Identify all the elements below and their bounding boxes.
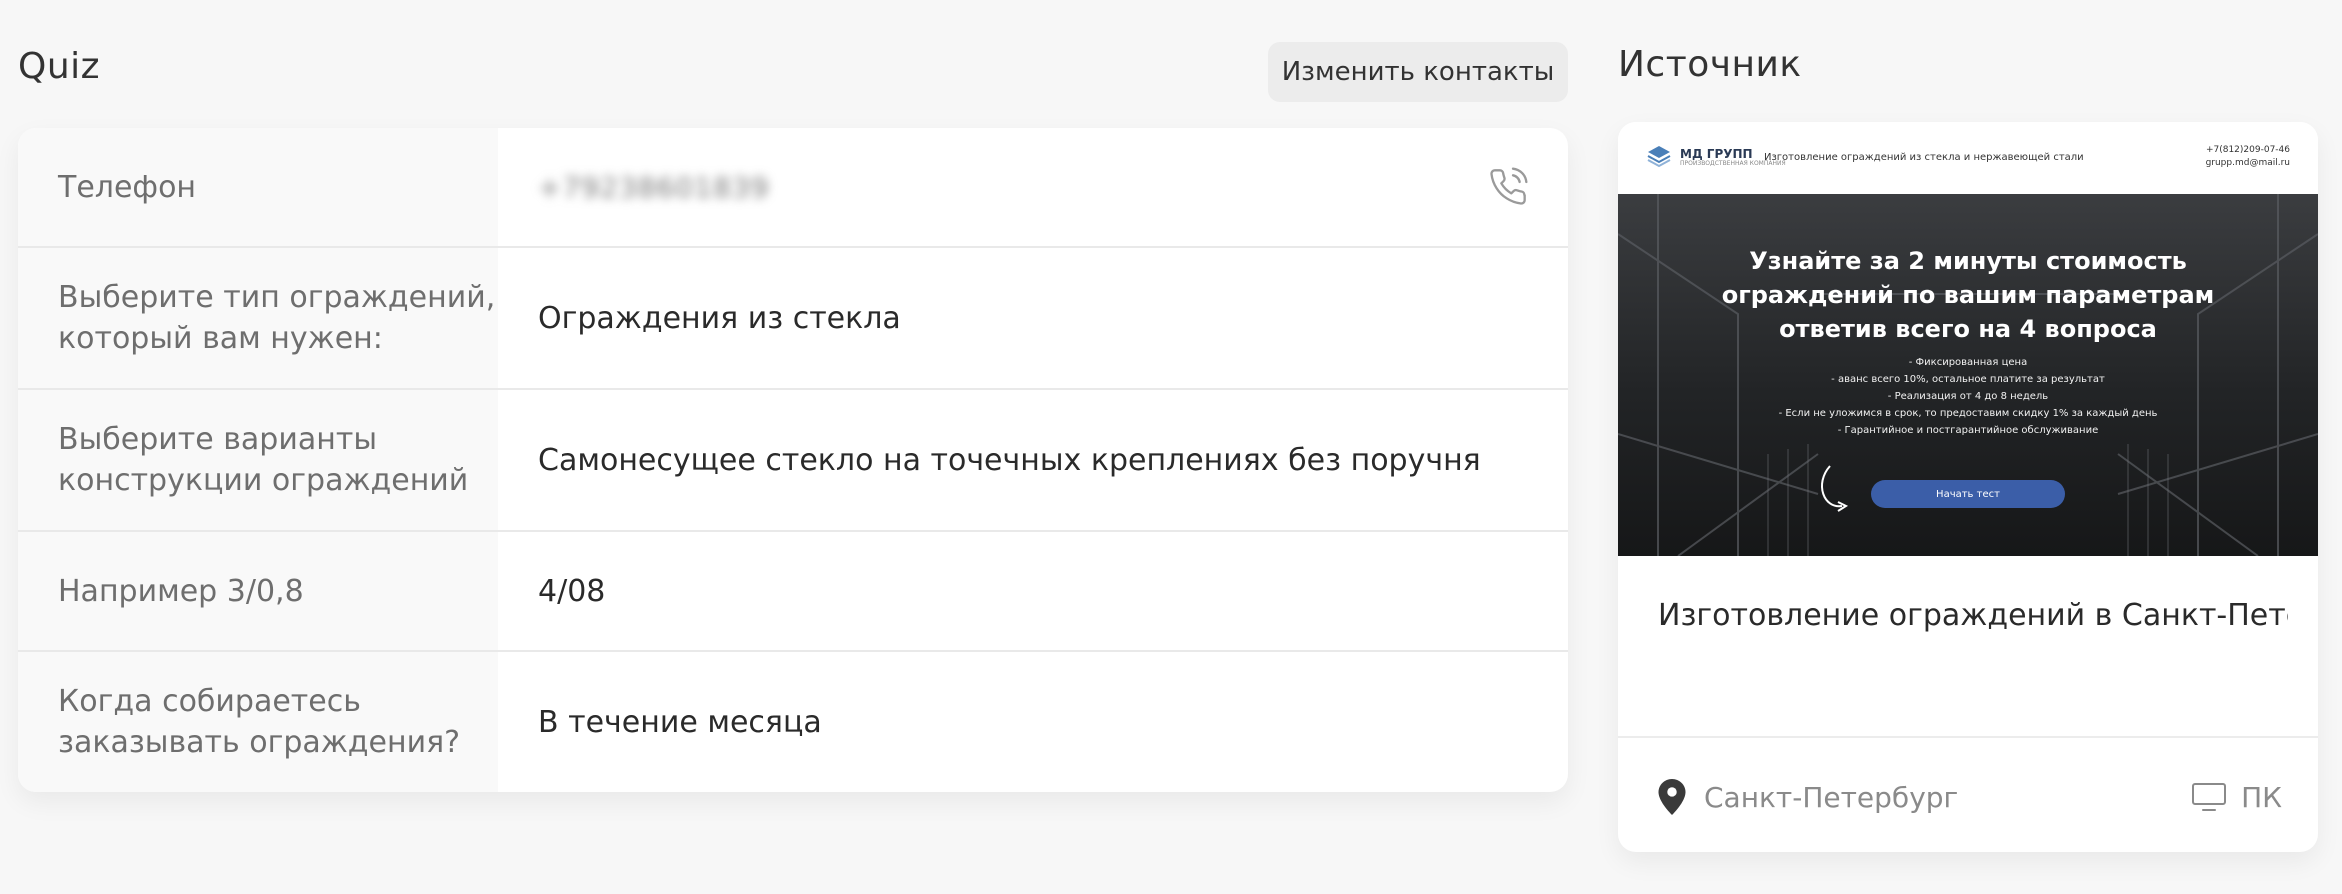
bullet: - Гарантийное и постгарантийное обслужив… xyxy=(1837,425,2099,436)
answer-row-dimensions: Например 3/0,8 4/08 xyxy=(18,532,1568,652)
preview-header: МД ГРУПП ПРОИЗВОДСТВЕННАЯ КОМПАНИЯ Изгот… xyxy=(1618,122,2318,195)
row-value: Ограждения из стекла xyxy=(538,300,901,336)
phone-icon[interactable] xyxy=(1488,167,1528,207)
device-label: ПК xyxy=(2241,780,2282,814)
row-value: Самонесущее стекло на точечных крепления… xyxy=(538,442,1481,478)
logo-mark-icon xyxy=(1647,146,1671,168)
bullet: - Реализация от 4 до 8 недель xyxy=(1887,391,2049,402)
preview-tagline: Изготовление ограждений из стекла и нерж… xyxy=(1764,152,2084,163)
row-label: Когда собираетесь заказывать ограждения? xyxy=(18,652,498,792)
source-title: Источник xyxy=(1618,44,1802,85)
row-label: Например 3/0,8 xyxy=(18,532,498,650)
row-label: Телефон xyxy=(18,128,498,246)
location-pin-icon xyxy=(1658,779,1686,815)
row-value: 4/08 xyxy=(538,573,606,609)
location-label: Санкт-Петербург xyxy=(1704,780,1959,814)
row-label: Выберите тип ограждений, который вам нуж… xyxy=(18,248,498,388)
source-card[interactable]: МД ГРУПП ПРОИЗВОДСТВЕННАЯ КОМПАНИЯ Изгот… xyxy=(1618,122,2318,852)
preview-headline: Узнайте за 2 минуты стоимость ограждений… xyxy=(1618,244,2318,346)
preview-email: grupp.md@mail.ru xyxy=(2205,158,2290,168)
phone-value-blurred: +79238601839 xyxy=(538,170,770,204)
preview-contacts: +7(812)209-07-46 grupp.md@mail.ru xyxy=(2206,144,2290,170)
preview-hero: Узнайте за 2 минуты стоимость ограждений… xyxy=(1618,194,2318,556)
source-location: Санкт-Петербург xyxy=(1658,779,1958,815)
curved-arrow-icon xyxy=(1821,465,1843,508)
divider xyxy=(1618,736,2318,738)
answer-row-fence-type: Выберите тип ограждений, который вам нуж… xyxy=(18,248,1568,390)
answer-row-construction: Выберите варианты конструкции ограждений… xyxy=(18,390,1568,532)
headline-line: ограждений по вашим параметрам xyxy=(1721,281,2215,309)
preview-phone: +7(812)209-07-46 xyxy=(2205,145,2290,155)
source-name: Изготовление ограждений в Санкт-Пете... xyxy=(1658,598,2288,633)
change-contacts-button[interactable]: Изменить контакты xyxy=(1268,42,1568,102)
headline-line: Узнайте за 2 минуты стоимость xyxy=(1749,247,2187,275)
source-device: ПК xyxy=(2191,781,2282,814)
landing-page-preview[interactable]: МД ГРУПП ПРОИЗВОДСТВЕННАЯ КОМПАНИЯ Изгот… xyxy=(1618,122,2318,556)
row-label: Выберите варианты конструкции ограждений xyxy=(18,390,498,530)
answer-row-timeframe: Когда собираетесь заказывать ограждения?… xyxy=(18,652,1568,792)
row-value: В течение месяца xyxy=(538,704,822,740)
source-footer: Санкт-Петербург ПК xyxy=(1658,772,2282,822)
preview-bullets: - Фиксированная цена - аванс всего 10%, … xyxy=(1618,354,2318,439)
quiz-answers-card: Телефон +79238601839 Выберите тип огражд… xyxy=(18,128,1568,792)
row-value-container: +79238601839 xyxy=(498,128,1568,246)
bullet: - Если не уложимся в срок, то предостави… xyxy=(1778,408,2158,419)
headline-line: ответив всего на 4 вопроса xyxy=(1779,315,2157,343)
preview-start-test-button: Начать тест xyxy=(1871,480,2065,508)
desktop-icon xyxy=(2192,783,2227,811)
bullet: - Фиксированная цена xyxy=(1908,357,2028,368)
quiz-title: Quiz xyxy=(18,46,101,87)
bullet: - аванс всего 10%, остальное платите за … xyxy=(1831,374,2105,385)
answer-row-phone: Телефон +79238601839 xyxy=(18,128,1568,248)
